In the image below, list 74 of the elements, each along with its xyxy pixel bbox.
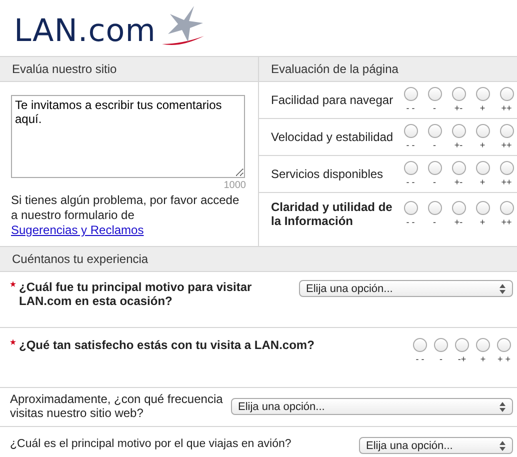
- required-icon: [10, 281, 16, 287]
- option-label: +-: [454, 177, 463, 187]
- caret-icon: [499, 284, 506, 294]
- option-label: +-: [454, 217, 463, 227]
- radio-button[interactable]: [404, 201, 418, 215]
- option-label: - -: [406, 177, 415, 187]
- dropdown[interactable]: Elija una opción...: [299, 280, 513, 297]
- option-label: +: [480, 217, 486, 227]
- criterion-label: Velocidad y estabilidad: [271, 130, 394, 144]
- question-label: Aproximadamente, ¿con qué frecuencia visitas nuestro sitio web?: [10, 392, 224, 420]
- logo-text: LAN.com: [14, 14, 156, 48]
- comment-field[interactable]: Te invitamos a escribir tus comentarios aquí.: [11, 95, 245, 178]
- radio-button[interactable]: [476, 201, 490, 215]
- option-label: -: [433, 103, 436, 113]
- caret-icon: [499, 402, 506, 412]
- caret-icon: [499, 440, 506, 450]
- criterion-label: Claridad y utilidad de la Información: [271, 200, 394, 228]
- section-header: Evalúa nuestro sitio: [0, 57, 258, 82]
- option-label: + +: [497, 354, 510, 364]
- option-label: +: [480, 140, 486, 150]
- option-label: ++: [501, 177, 512, 187]
- option-label: ++: [501, 140, 512, 150]
- option-label: +: [480, 103, 486, 113]
- radio-button[interactable]: [404, 87, 418, 101]
- option-label: -: [440, 354, 442, 364]
- question-label: ¿Cuál es el principal motivo por el que viajas en avión?: [10, 437, 292, 451]
- radio-button[interactable]: [500, 161, 514, 175]
- dropdown[interactable]: Elija una opción...: [231, 398, 513, 415]
- link[interactable]: Sugerencias y Reclamos: [11, 223, 144, 237]
- option-label: -: [433, 217, 436, 227]
- option-label: +: [480, 354, 486, 364]
- radio-button[interactable]: [500, 201, 514, 215]
- radio-button[interactable]: [476, 87, 490, 101]
- option-label: -: [433, 140, 436, 150]
- question-label: ¿Qué tan satisfecho estás con tu visita a LAN.com?: [19, 338, 314, 352]
- radio-button[interactable]: [476, 124, 490, 138]
- radio-button[interactable]: [452, 201, 466, 215]
- radio-button[interactable]: [452, 161, 466, 175]
- help-text: Si tienes algún problema, por favor accede a nuestro formulario de Sugerencias y Reclamos: [11, 193, 240, 238]
- option-label: ++: [501, 103, 512, 113]
- criterion-label: Facilidad para navegar: [271, 93, 394, 107]
- option-label: -+: [458, 354, 466, 364]
- character-counter: 1000: [222, 180, 246, 191]
- radio-button[interactable]: [497, 338, 511, 352]
- radio-button[interactable]: [455, 338, 469, 352]
- radio-button[interactable]: [476, 338, 490, 352]
- criterion-label: Servicios disponibles: [271, 167, 384, 181]
- option-label: - -: [406, 217, 415, 227]
- required-icon: [10, 339, 16, 345]
- question-label: ¿Cuál fue tu principal motivo para visitar LAN.com en esta ocasión?: [19, 280, 253, 308]
- radio-button[interactable]: [500, 87, 514, 101]
- radio-button[interactable]: [452, 87, 466, 101]
- option-label: - -: [416, 354, 424, 364]
- option-label: -: [433, 177, 436, 187]
- radio-button[interactable]: [428, 87, 442, 101]
- radio-button[interactable]: [428, 161, 442, 175]
- radio-button[interactable]: [413, 338, 427, 352]
- option-label: +-: [454, 140, 463, 150]
- section-header: Evaluación de la página: [259, 57, 517, 82]
- option-label: - -: [406, 140, 415, 150]
- radio-button[interactable]: [452, 124, 466, 138]
- radio-button[interactable]: [404, 124, 418, 138]
- radio-button[interactable]: [428, 124, 442, 138]
- radio-button[interactable]: [476, 161, 490, 175]
- radio-button[interactable]: [500, 124, 514, 138]
- radio-button[interactable]: [428, 201, 442, 215]
- dropdown[interactable]: Elija una opción...: [359, 437, 513, 454]
- option-label: ++: [501, 217, 512, 227]
- radio-button[interactable]: [404, 161, 418, 175]
- option-label: +-: [454, 103, 463, 113]
- radio-button[interactable]: [434, 338, 448, 352]
- option-label: - -: [406, 103, 415, 113]
- option-label: +: [480, 177, 486, 187]
- section-header: Cuéntanos tu experiencia: [0, 246, 517, 272]
